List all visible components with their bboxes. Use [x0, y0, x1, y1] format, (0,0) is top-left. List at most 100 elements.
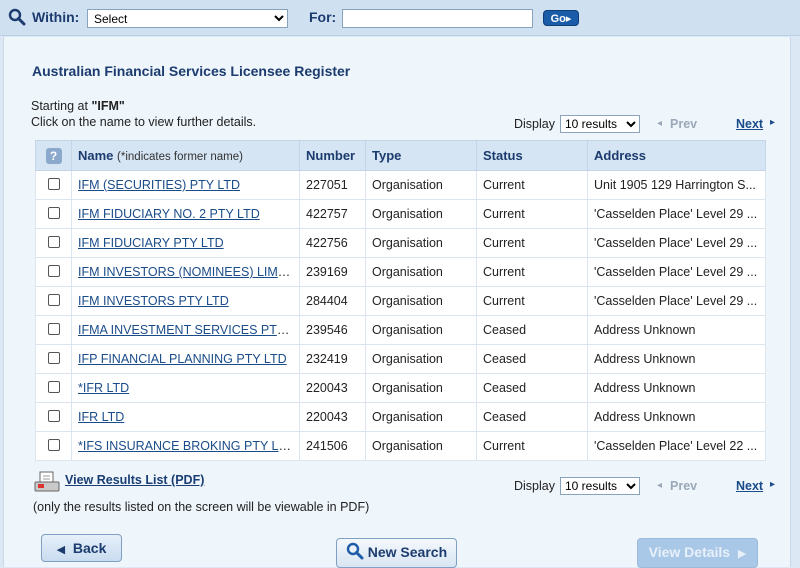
row-checkbox-cell: [35, 315, 72, 345]
number-cell: 284404: [299, 286, 366, 316]
table-row: IFR LTD 220043 Organisation Ceased Address U…: [35, 402, 766, 432]
name-cell: IFM (SECURITIES) PTY LTD: [71, 170, 300, 200]
display-select[interactable]: 10 results: [560, 477, 640, 495]
number-cell: 241506: [299, 431, 366, 461]
row-checkbox[interactable]: [47, 235, 60, 248]
type-cell: Organisation: [365, 373, 477, 403]
pdf-icon[interactable]: [34, 471, 60, 493]
row-checkbox-cell: [35, 228, 72, 258]
name-cell: IFM INVESTORS PTY LTD: [71, 286, 300, 316]
status-cell: Ceased: [476, 344, 588, 374]
row-checkbox[interactable]: [47, 322, 60, 335]
type-cell: Organisation: [365, 315, 477, 345]
search-bar: Within: Select For: Go▸: [0, 0, 800, 36]
row-checkbox[interactable]: [47, 409, 60, 422]
licensee-name-link[interactable]: IFM INVESTORS PTY LTD: [78, 294, 229, 308]
address-cell: Address Unknown: [587, 315, 766, 345]
within-select[interactable]: Select: [87, 9, 288, 28]
status-cell: Current: [476, 431, 588, 461]
address-cell: Address Unknown: [587, 402, 766, 432]
pagination-bottom: Display 10 results ◂ Prev Next ▸: [514, 477, 775, 497]
view-details-button[interactable]: View Details ▶: [637, 538, 758, 568]
row-checkbox[interactable]: [47, 438, 60, 451]
type-cell: Organisation: [365, 344, 477, 374]
name-cell: *IFR LTD: [71, 373, 300, 403]
licensee-name-link[interactable]: *IFR LTD: [78, 381, 129, 395]
display-label: Display: [514, 479, 555, 493]
col-name: Name (*indicates former name): [71, 140, 300, 171]
address-cell: 'Casselden Place' Level 29 ...: [587, 286, 766, 316]
results-table: ? Name (*indicates former name) Number T…: [35, 140, 766, 461]
row-checkbox[interactable]: [47, 351, 60, 364]
name-cell: IFM FIDUCIARY NO. 2 PTY LTD: [71, 199, 300, 229]
for-input[interactable]: [342, 9, 533, 28]
col-status: Status: [476, 140, 588, 171]
name-cell: IFR LTD: [71, 402, 300, 432]
row-checkbox[interactable]: [47, 264, 60, 277]
row-checkbox-cell: [35, 199, 72, 229]
arrow-right-icon: ▶: [737, 548, 747, 560]
row-checkbox[interactable]: [47, 380, 60, 393]
address-cell: 'Casselden Place' Level 29 ...: [587, 199, 766, 229]
type-cell: Organisation: [365, 199, 477, 229]
name-cell: IFM FIDUCIARY PTY LTD: [71, 228, 300, 258]
next-arrow-icon: ▸: [770, 117, 776, 128]
display-label: Display: [514, 117, 555, 131]
licensee-name-link[interactable]: IFM FIDUCIARY PTY LTD: [78, 236, 224, 250]
number-cell: 422756: [299, 228, 366, 258]
help-header[interactable]: ?: [35, 140, 72, 171]
go-button[interactable]: Go▸: [543, 10, 579, 26]
row-checkbox-cell: [35, 344, 72, 374]
row-checkbox-cell: [35, 402, 72, 432]
prev-link[interactable]: Prev: [670, 117, 697, 131]
address-cell: 'Casselden Place' Level 29 ...: [587, 228, 766, 258]
licensee-name-link[interactable]: IFM (SECURITIES) PTY LTD: [78, 178, 240, 192]
status-cell: Ceased: [476, 315, 588, 345]
licensee-name-link[interactable]: IFM INVESTORS (NOMINEES) LIMITED: [78, 265, 299, 279]
licensee-name-link[interactable]: *IFS INSURANCE BROKING PTY LIMI...: [78, 439, 299, 453]
table-row: IFM (SECURITIES) PTY LTD 227051 Organisati…: [35, 170, 766, 200]
table-header-row: ? Name (*indicates former name) Number T…: [35, 140, 766, 171]
next-link[interactable]: Next: [736, 479, 763, 493]
address-cell: Address Unknown: [587, 373, 766, 403]
col-number: Number: [299, 140, 366, 171]
row-checkbox[interactable]: [47, 177, 60, 190]
licensee-name-link[interactable]: IFP FINANCIAL PLANNING PTY LTD: [78, 352, 287, 366]
status-cell: Ceased: [476, 373, 588, 403]
name-cell: IFMA INVESTMENT SERVICES PTY LTD: [71, 315, 300, 345]
next-link[interactable]: Next: [736, 117, 763, 131]
licensee-name-link[interactable]: IFM FIDUCIARY NO. 2 PTY LTD: [78, 207, 260, 221]
status-cell: Current: [476, 257, 588, 287]
row-checkbox[interactable]: [47, 206, 60, 219]
display-select[interactable]: 10 results: [560, 115, 640, 133]
licensee-name-link[interactable]: IFMA INVESTMENT SERVICES PTY LTD: [78, 323, 299, 337]
table-row: IFM INVESTORS PTY LTD 284404 Organisation C…: [35, 286, 766, 316]
prev-link[interactable]: Prev: [670, 479, 697, 493]
table-row: IFM FIDUCIARY NO. 2 PTY LTD 422757 Organis…: [35, 199, 766, 229]
help-icon[interactable]: ?: [45, 147, 62, 164]
for-label: For:: [309, 9, 337, 25]
row-checkbox-cell: [35, 257, 72, 287]
number-cell: 220043: [299, 402, 366, 432]
back-button[interactable]: ◀ Back: [41, 534, 122, 562]
row-checkbox-cell: [35, 431, 72, 461]
col-address: Address: [587, 140, 766, 171]
view-results-pdf-link[interactable]: View Results List (PDF): [65, 473, 204, 487]
search-icon: [8, 8, 26, 29]
click-hint: Click on the name to view further detail…: [31, 115, 257, 129]
pdf-note: (only the results listed on the screen w…: [33, 500, 370, 514]
licensee-name-link[interactable]: IFR LTD: [78, 410, 124, 424]
main-panel: Australian Financial Services Licensee R…: [3, 37, 791, 568]
type-cell: Organisation: [365, 431, 477, 461]
address-cell: 'Casselden Place' Level 22 ...: [587, 431, 766, 461]
row-checkbox[interactable]: [47, 293, 60, 306]
number-cell: 239546: [299, 315, 366, 345]
status-cell: Current: [476, 228, 588, 258]
prev-arrow-icon: ◂: [657, 118, 663, 129]
row-checkbox-cell: [35, 286, 72, 316]
row-checkbox-cell: [35, 373, 72, 403]
new-search-button[interactable]: New Search: [336, 538, 457, 568]
within-label: Within:: [32, 9, 80, 25]
table-row: IFMA INVESTMENT SERVICES PTY LTD 239546 Or…: [35, 315, 766, 345]
page-title: Australian Financial Services Licensee R…: [32, 63, 351, 79]
